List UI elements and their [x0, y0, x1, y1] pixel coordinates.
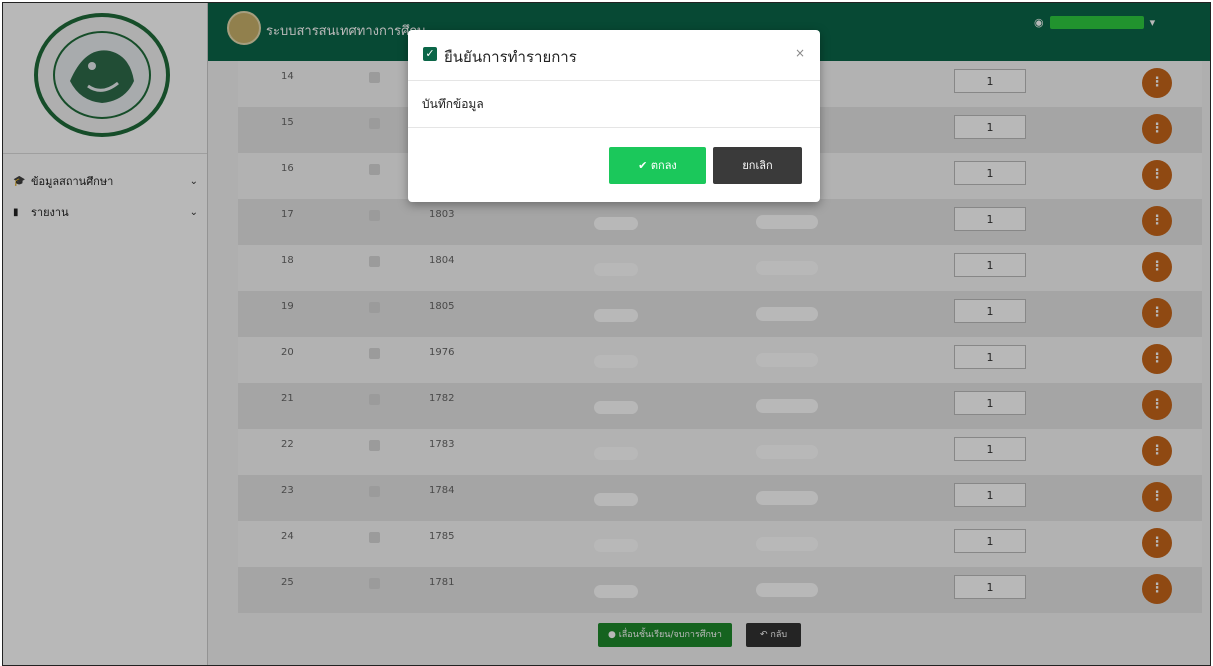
- checkbox-checked-icon: ✓: [423, 47, 437, 61]
- app-window: 🎓 ข้อมูลสถานศึกษา ⌄ ▮ รายงาน ⌄ ระบบสารสน…: [2, 2, 1211, 666]
- confirm-dialog: ✓ ยืนยันการทำรายการ × บันทึกข้อมูล ✔ ตกล…: [408, 30, 820, 202]
- dialog-message: บันทึกข้อมูล: [422, 97, 484, 111]
- ok-button[interactable]: ✔ ตกลง: [609, 147, 706, 184]
- dialog-title: ยืนยันการทำรายการ: [444, 48, 577, 66]
- cancel-button[interactable]: ยกเลิก: [713, 147, 802, 184]
- close-button[interactable]: ×: [795, 46, 805, 60]
- dialog-body: บันทึกข้อมูล: [408, 80, 820, 128]
- dialog-header: ✓ ยืนยันการทำรายการ ×: [408, 30, 820, 81]
